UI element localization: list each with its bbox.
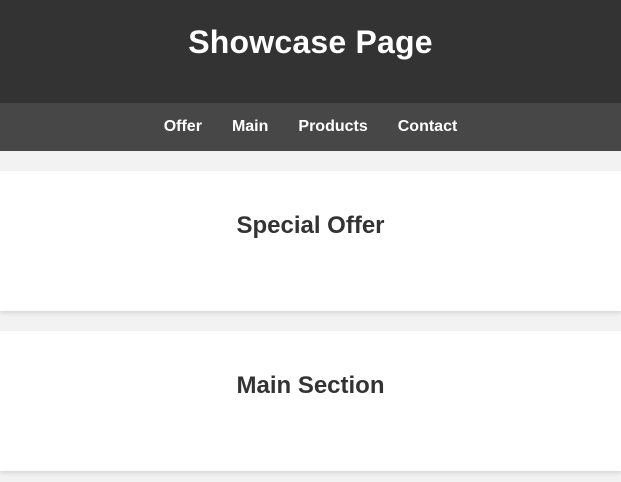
nav-link-contact[interactable]: Contact [398,118,458,136]
special-offer-heading: Special Offer [236,212,385,239]
nav-link-main[interactable]: Main [232,118,268,136]
main-content: Special Offer Main Section [0,151,621,471]
main-section-heading: Main Section [236,372,385,399]
main-section: Main Section [0,331,621,471]
nav-link-products[interactable]: Products [298,118,367,136]
special-offer-section: Special Offer [0,171,621,311]
page-title: Showcase Page [188,24,433,60]
nav-link-offer[interactable]: Offer [164,118,202,136]
main-nav: Offer Main Products Contact [0,103,621,151]
site-header: Showcase Page [0,0,621,103]
